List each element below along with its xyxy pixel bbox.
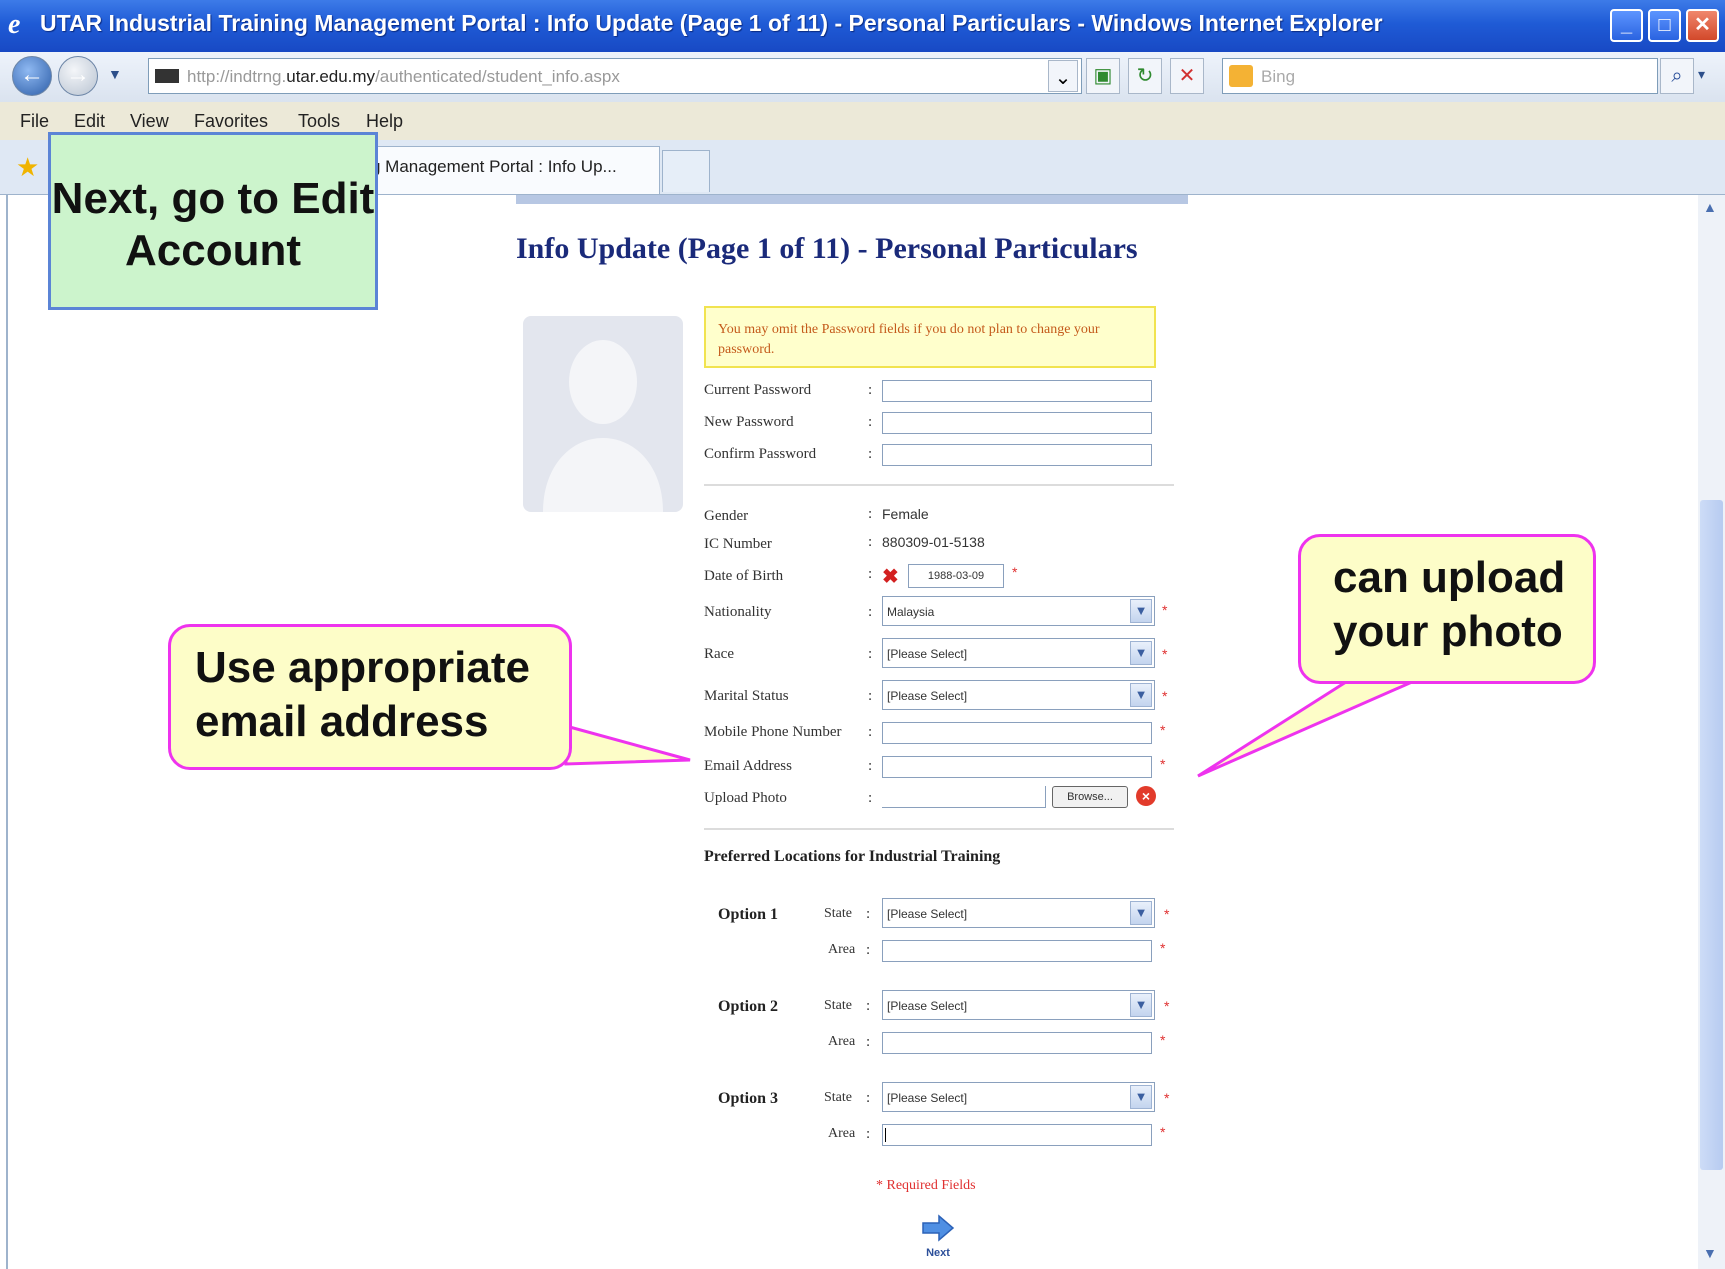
callout-photo: can upload your photo [1298,534,1596,684]
callout-email: Use appropriate email address [168,624,572,770]
callout-edit-account: Next, go to Edit Account [48,132,378,310]
